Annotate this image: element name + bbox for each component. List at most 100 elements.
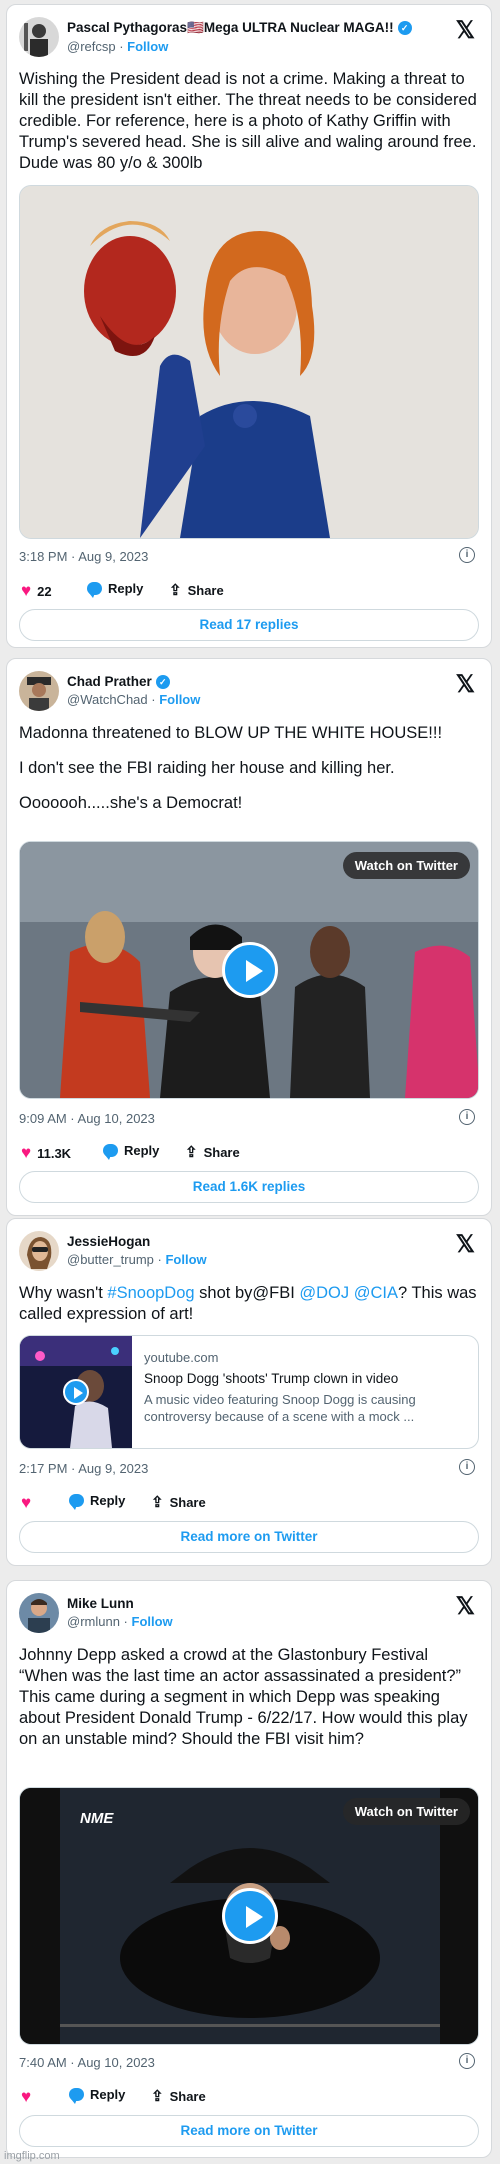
read-more-button[interactable]: Read more on Twitter <box>19 1521 479 1553</box>
like-button[interactable]: ♥ 11.3K <box>21 1143 71 1163</box>
heart-icon: ♥ <box>21 581 32 600</box>
x-logo-icon[interactable]: 𝕏 <box>456 673 475 697</box>
tweet-timestamp-row: 7:40 AM · Aug 10, 2023 i <box>19 2053 479 2070</box>
tweet-paragraph: Madonna threatened to BLOW UP THE WHITE … <box>19 724 443 742</box>
verified-badge-icon: ✓ <box>155 674 170 689</box>
watch-on-twitter-button[interactable]: Watch on Twitter <box>342 852 470 879</box>
watch-on-twitter-button[interactable]: Watch on Twitter <box>342 1798 470 1825</box>
share-icon: ⇪ <box>151 1494 164 1511</box>
heart-icon: ♥ <box>21 1143 32 1162</box>
link-title: Snoop Dogg 'shoots' Trump clown in video <box>144 1371 399 1386</box>
tweet-text: Madonna threatened to BLOW UP THE WHITE … <box>19 723 479 814</box>
share-label: Share <box>203 1144 240 1160</box>
like-button[interactable]: ♥ <box>21 1493 31 1513</box>
heart-icon: ♥ <box>21 2087 32 2106</box>
x-logo-icon[interactable]: 𝕏 <box>456 19 475 43</box>
x-logo-icon[interactable]: 𝕏 <box>456 1595 475 1619</box>
video-logo: NME <box>80 1810 114 1827</box>
tweet-text: Johnny Depp asked a crowd at the Glaston… <box>19 1645 479 1750</box>
author-name[interactable]: Pascal Pythagoras🇺🇸Mega ULTRA Nuclear MA… <box>67 20 394 36</box>
author-handle[interactable]: @rmlunn <box>67 1614 120 1629</box>
info-icon[interactable]: i <box>459 547 475 563</box>
info-icon[interactable]: i <box>459 2053 475 2069</box>
avatar[interactable] <box>19 1231 59 1271</box>
reply-button[interactable]: Reply <box>69 2087 126 2104</box>
avatar[interactable] <box>19 1593 59 1633</box>
reply-bubble-icon <box>103 1144 118 1160</box>
tweet-text: Wishing the President dead is not a crim… <box>19 69 479 174</box>
link-preview-card[interactable]: youtube.com Snoop Dogg 'shoots' Trump cl… <box>19 1335 479 1449</box>
author-name[interactable]: Mike Lunn <box>67 1596 134 1611</box>
share-button[interactable]: ⇪ Share <box>185 1143 240 1161</box>
read-replies-button[interactable]: Read 17 replies <box>19 609 479 641</box>
play-icon[interactable] <box>222 942 278 998</box>
like-count: 22 <box>37 583 52 599</box>
tweet-header: Pascal Pythagoras🇺🇸Mega ULTRA Nuclear MA… <box>19 17 479 61</box>
follow-button[interactable]: Follow <box>132 1614 173 1629</box>
reply-button[interactable]: Reply <box>103 1143 159 1160</box>
reply-button[interactable]: Reply <box>69 1493 126 1510</box>
share-icon: ⇪ <box>185 1144 198 1161</box>
tweet-card: Mike Lunn @rmlunn · Follow 𝕏 Johnny Depp… <box>6 1580 492 2158</box>
tweet-actions: ♥ Reply ⇪ Share <box>19 1493 479 1513</box>
link-domain: youtube.com <box>144 1350 219 1365</box>
tweet-timestamp[interactable]: 7:40 AM · Aug 10, 2023 <box>19 2055 155 2070</box>
tweet-text: Why wasn't #SnoopDog shot by@FBI @DOJ @C… <box>19 1283 479 1325</box>
mention-link[interactable]: @CIA <box>354 1284 398 1302</box>
author-name[interactable]: JessieHogan <box>67 1234 150 1249</box>
info-icon[interactable]: i <box>459 1459 475 1475</box>
hashtag-link[interactable]: #SnoopDog <box>107 1284 194 1302</box>
mention-link[interactable]: @DOJ <box>299 1284 349 1302</box>
tweet-paragraph: Ooooooh.....she's a Democrat! <box>19 794 243 812</box>
like-count: 11.3K <box>37 1145 72 1161</box>
author-handle[interactable]: @WatchChad <box>67 692 148 707</box>
reply-bubble-icon <box>69 1494 84 1510</box>
x-logo-icon[interactable]: 𝕏 <box>456 1233 475 1257</box>
avatar[interactable] <box>19 17 59 57</box>
info-icon[interactable]: i <box>459 1109 475 1125</box>
tweet-timestamp[interactable]: 3:18 PM · Aug 9, 2023 <box>19 549 148 564</box>
reply-button[interactable]: Reply <box>87 581 144 598</box>
reply-label: Reply <box>108 581 144 596</box>
author-name[interactable]: Chad Prather <box>67 674 152 689</box>
tweet-header: JessieHogan @butter_trump · Follow 𝕏 <box>19 1231 479 1275</box>
reply-label: Reply <box>90 1493 126 1508</box>
heart-icon: ♥ <box>21 1493 32 1512</box>
read-replies-button[interactable]: Read 1.6K replies <box>19 1171 479 1203</box>
share-label: Share <box>169 2088 206 2104</box>
follow-button[interactable]: Follow <box>165 1252 206 1267</box>
reply-label: Reply <box>90 2087 126 2102</box>
play-icon[interactable] <box>222 1888 278 1944</box>
tweet-actions: ♥ 11.3K Reply ⇪ Share <box>19 1143 479 1163</box>
follow-button[interactable]: Follow <box>159 692 200 707</box>
tweet-paragraph: Wishing the President dead is not a crim… <box>19 70 477 172</box>
verified-badge-icon: ✓ <box>397 21 412 35</box>
tweet-card: Chad Prather ✓ @WatchChad · Follow 𝕏 Mado… <box>6 658 492 1216</box>
tweet-text-segment: shot by@FBI <box>194 1284 300 1302</box>
like-button[interactable]: ♥ 22 <box>21 581 52 601</box>
share-button[interactable]: ⇪ Share <box>151 2087 206 2105</box>
tweet-video[interactable]: NME Watch on Twitter <box>19 1787 479 2045</box>
tweet-timestamp[interactable]: 9:09 AM · Aug 10, 2023 <box>19 1111 155 1126</box>
tweet-paragraph: I don't see the FBI raiding her house an… <box>19 759 395 777</box>
watermark: imgflip.com <box>4 2150 60 2162</box>
follow-button[interactable]: Follow <box>127 39 168 54</box>
share-icon: ⇪ <box>151 2088 164 2105</box>
tweet-header: Mike Lunn @rmlunn · Follow 𝕏 <box>19 1593 479 1637</box>
share-label: Share <box>169 1494 206 1510</box>
tweet-text-segment: Why wasn't <box>19 1284 108 1302</box>
share-button[interactable]: ⇪ Share <box>151 1493 206 1511</box>
author-handle[interactable]: @butter_trump <box>67 1252 154 1267</box>
tweet-timestamp-row: 2:17 PM · Aug 9, 2023 i <box>19 1459 479 1476</box>
author-handle[interactable]: @refcsp <box>67 39 116 54</box>
like-button[interactable]: ♥ <box>21 2087 31 2107</box>
tweet-timestamp[interactable]: 2:17 PM · Aug 9, 2023 <box>19 1461 148 1476</box>
tweet-photo[interactable] <box>19 185 479 539</box>
read-more-button[interactable]: Read more on Twitter <box>19 2115 479 2147</box>
avatar[interactable] <box>19 671 59 711</box>
share-button[interactable]: ⇪ Share <box>169 581 224 599</box>
tweet-actions: ♥ 22 Reply ⇪ Share <box>19 581 479 601</box>
tweet-card: JessieHogan @butter_trump · Follow 𝕏 Why… <box>6 1218 492 1566</box>
tweet-video[interactable]: Watch on Twitter <box>19 841 479 1099</box>
share-icon: ⇪ <box>169 582 182 599</box>
